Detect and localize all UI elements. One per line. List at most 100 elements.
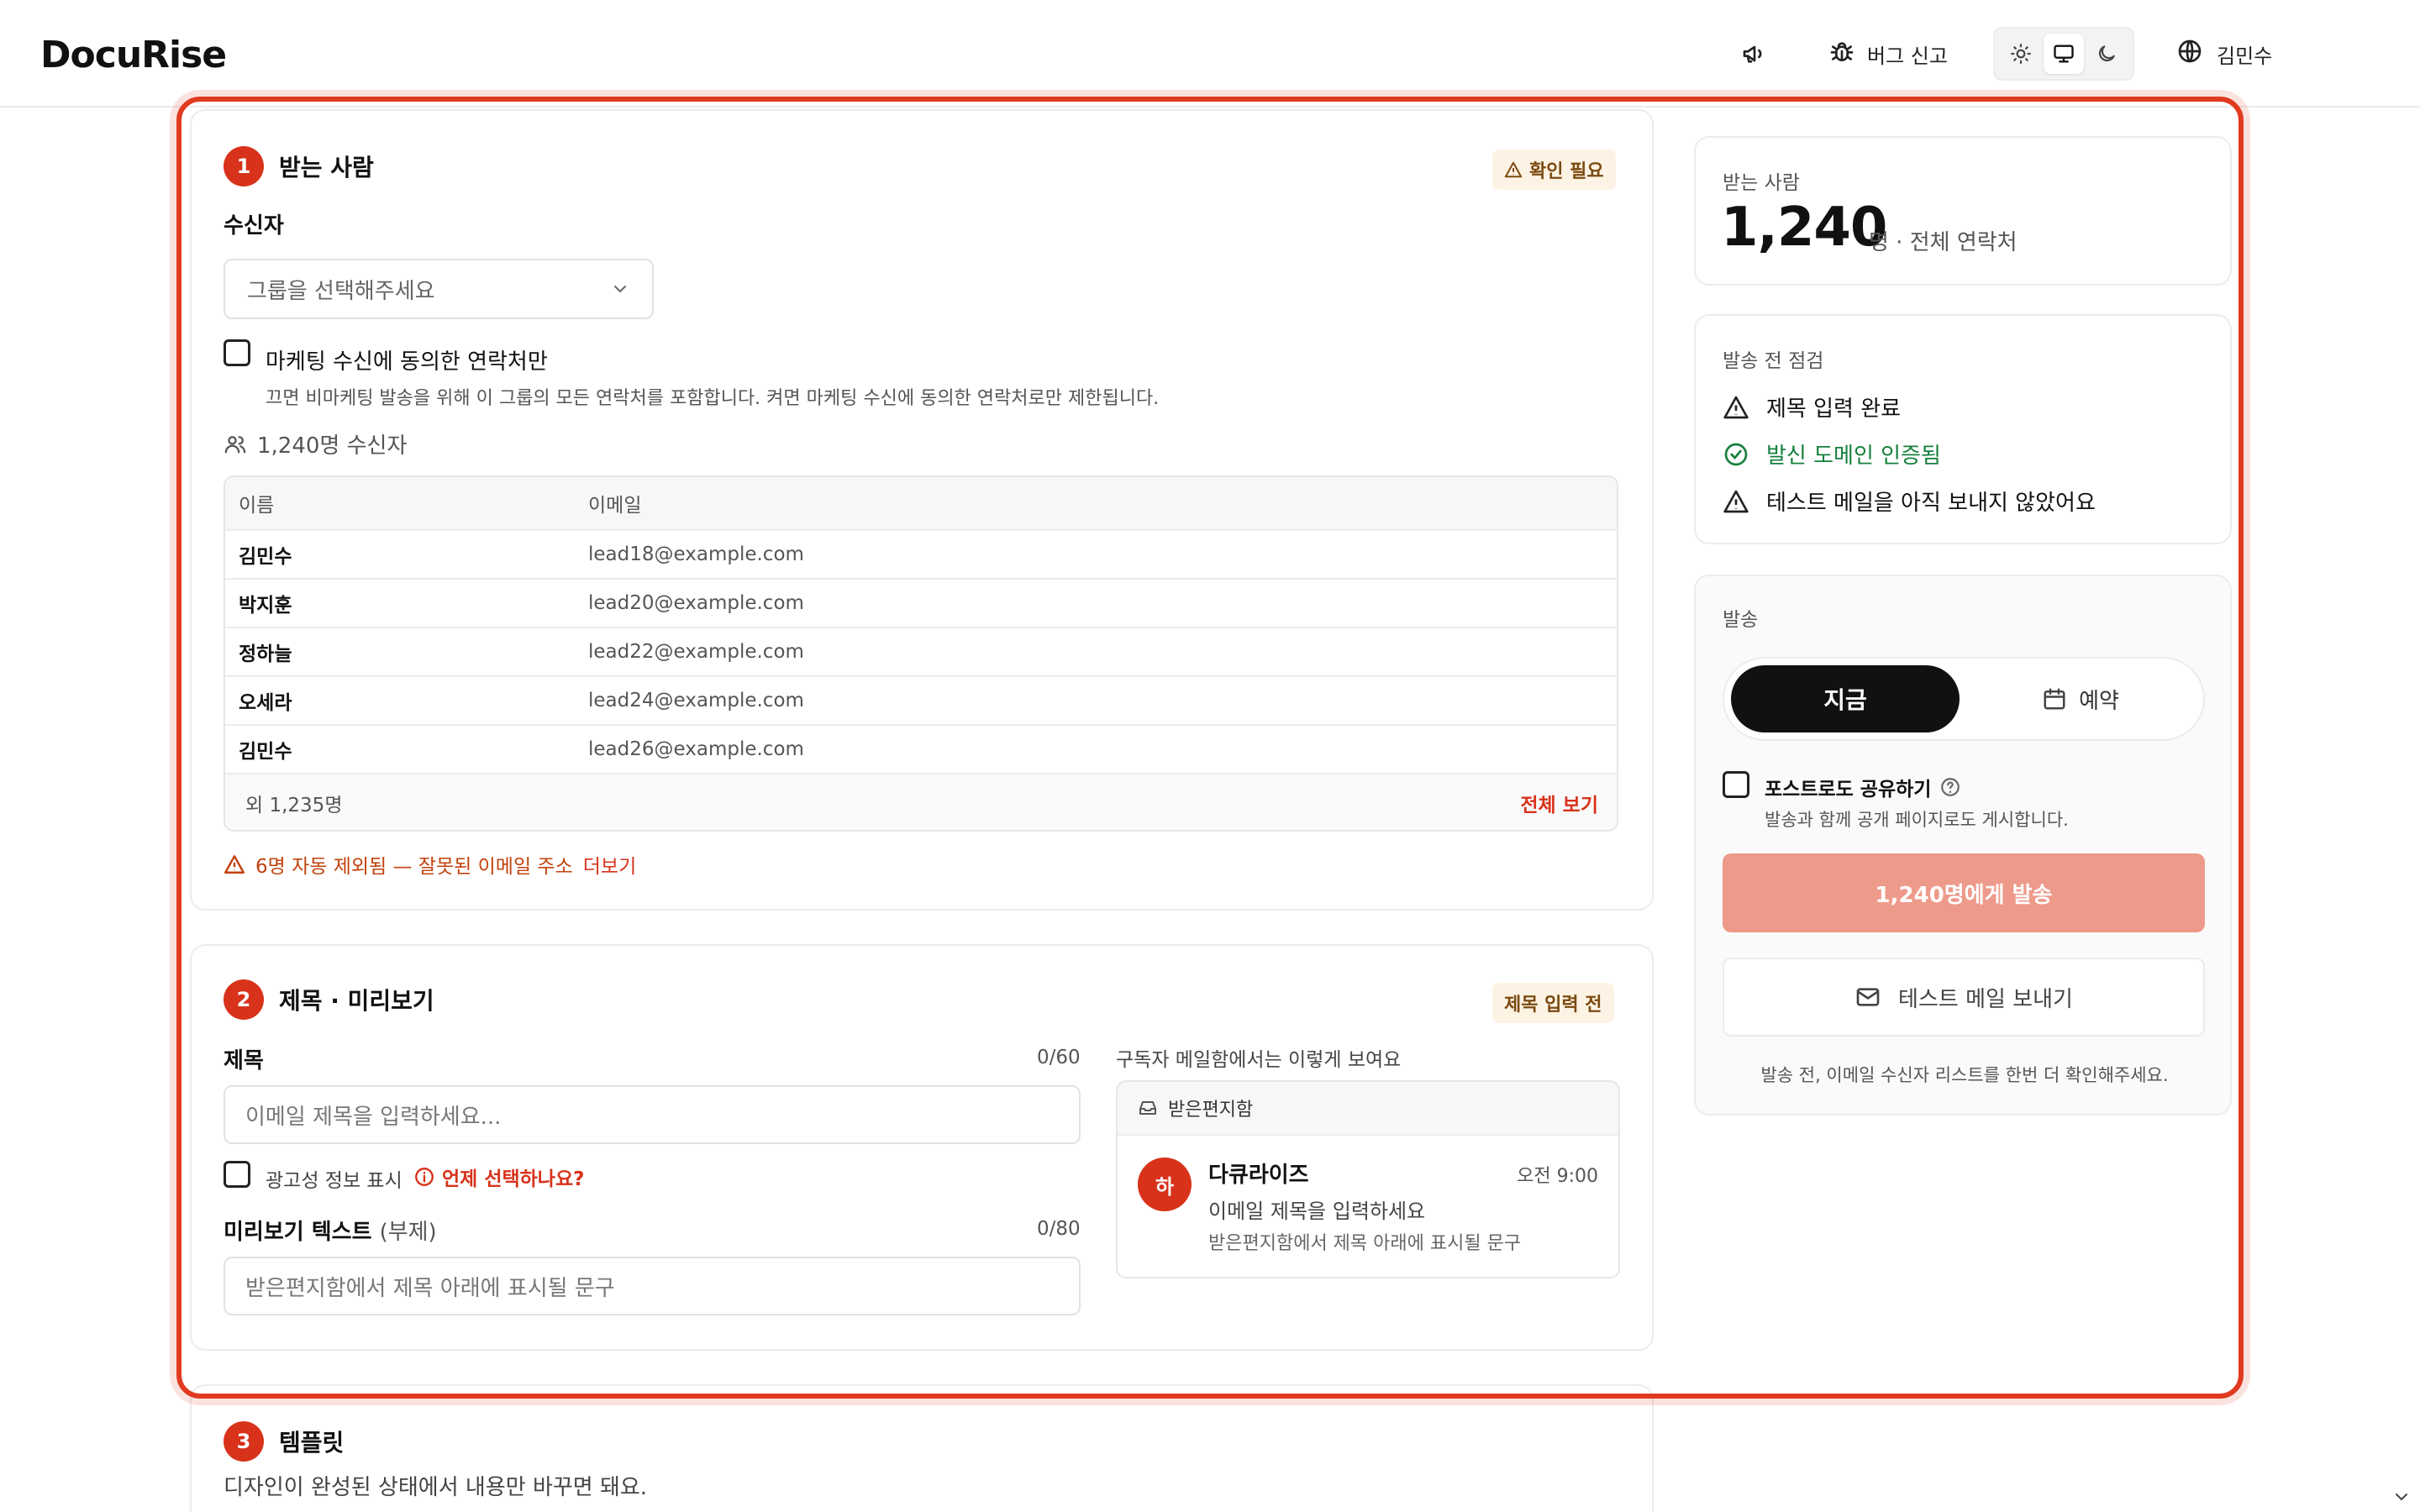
inbox-subject: 이메일 제목을 입력하세요 <box>1208 1200 1426 1223</box>
announcement-icon[interactable] <box>1734 34 1775 74</box>
step-badge: 1 <box>224 146 264 186</box>
row-email: lead18@example.com <box>588 543 804 565</box>
table-row: 오세라 lead24@example.com <box>225 677 1617 726</box>
group-select-placeholder: 그룹을 선택해주세요 <box>247 278 435 304</box>
row-email: lead22@example.com <box>588 641 804 663</box>
send-button[interactable]: 1,240명에게 발송 <box>1723 853 2205 932</box>
warning-icon <box>1504 161 1523 178</box>
users-icon <box>224 435 246 453</box>
mail-icon <box>1856 988 1880 1006</box>
status-badge-label: 확인 필요 <box>1529 161 1604 182</box>
recipient-table: 이름 이메일 김민수 lead18@example.com 박지훈 lead20… <box>224 475 1618 832</box>
ad-help-link-text: 언제 선택하나요? <box>442 1168 585 1190</box>
send-now-option[interactable]: 지금 <box>1731 665 1960 732</box>
excluded-more-link[interactable]: 더보기 <box>583 850 636 879</box>
send-title: 발송 <box>1723 609 1759 631</box>
more-count: 외 1,235명 <box>245 795 343 816</box>
checklist-item: 테스트 메일을 아직 보내지 않았어요 <box>1723 486 2096 517</box>
share-post-checkbox[interactable] <box>1723 771 1749 798</box>
status-badge: 제목 입력 전 <box>1492 983 1614 1023</box>
template-description: 디자인이 완성된 상태에서 내용만 바꾸면 돼요. <box>224 1475 648 1500</box>
inbox-preview-text: 받은편지함에서 제목 아래에 표시될 문구 <box>1208 1233 1522 1254</box>
step-badge: 2 <box>224 979 264 1020</box>
preview-text-placeholder: 받은편지함에서 제목 아래에 표시될 문구 <box>245 1275 615 1301</box>
table-footer: 외 1,235명 전체 보기 <box>225 774 1617 830</box>
section-title: 템플릿 <box>279 1429 345 1457</box>
table-header: 이름 이메일 <box>225 477 1617 531</box>
system-theme-button[interactable] <box>2043 34 2084 74</box>
user-name: 김민수 <box>2217 44 2273 68</box>
row-name: 김민수 <box>239 546 292 568</box>
avatar: 하 <box>1138 1158 1192 1211</box>
send-footnote: 발송 전, 이메일 수신자 리스트를 한번 더 확인해주세요. <box>1760 1065 2169 1085</box>
table-row: 김민수 lead18@example.com <box>225 531 1617 580</box>
check-circle-icon <box>1724 443 1748 465</box>
checklist-item: 제목 입력 완료 <box>1723 391 1901 423</box>
summary-unit: 명 · 전체 연락처 <box>1869 230 2018 255</box>
logo[interactable]: DocuRise <box>40 34 227 76</box>
ad-info-checkbox[interactable] <box>224 1161 250 1188</box>
preview-text-label-main: 미리보기 텍스트 <box>224 1220 372 1245</box>
subject-input-placeholder: 이메일 제목을 입력하세요... <box>245 1104 502 1130</box>
share-post-label: 포스트로도 공유하기 <box>1765 773 1961 801</box>
ad-help-link[interactable]: 언제 선택하나요? <box>413 1163 584 1191</box>
view-all-link[interactable]: 전체 보기 <box>1520 789 1598 817</box>
inbox-preview: 받은편지함 하 다큐라이즈 오전 9:00 이메일 제목을 입력하세요 받은편지… <box>1116 1080 1620 1278</box>
send-test-email-label: 테스트 메일 보내기 <box>1898 986 2073 1012</box>
group-select[interactable]: 그룹을 선택해주세요 <box>224 259 654 319</box>
subject-counter: 0/60 <box>1037 1047 1081 1068</box>
info-icon <box>415 1168 434 1186</box>
inbox-preview-header: 받은편지함 <box>1118 1082 1618 1136</box>
template-header: 3 템플릿 <box>224 1421 344 1462</box>
theme-toggle <box>1993 27 2134 81</box>
recipients-card: 1 받는 사람 확인 필요 수신자 그룹을 선택해주세요 마케팅 수신에 동의한… <box>190 109 1654 911</box>
warning-icon <box>1723 490 1749 512</box>
subject-label: 제목 <box>224 1048 264 1074</box>
checklist-item-text: 발신 도메인 인증됨 <box>1766 444 1941 469</box>
checklist-card: 발송 전 점검 제목 입력 완료 발신 도메인 인증됨 테스트 메일을 아직 보… <box>1694 314 2232 544</box>
checklist-item-text: 테스트 메일을 아직 보내지 않았어요 <box>1766 491 2096 516</box>
moon-icon <box>2098 45 2115 62</box>
share-post-help: 발송과 함께 공개 페이지로도 게시합니다. <box>1765 810 2069 830</box>
top-header: DocuRise 버그 신고 김민수 <box>0 0 2420 108</box>
chevron-down-icon <box>614 286 626 293</box>
preview-text-input[interactable]: 받은편지함에서 제목 아래에 표시될 문구 <box>224 1257 1081 1315</box>
send-test-email-button[interactable]: 테스트 메일 보내기 <box>1723 958 2205 1037</box>
subject-input[interactable]: 이메일 제목을 입력하세요... <box>224 1085 1081 1144</box>
preview-text-label: 미리보기 텍스트 (부제) <box>224 1215 437 1246</box>
column-header: 이름 <box>239 495 275 517</box>
share-post-label-text: 포스트로도 공유하기 <box>1765 779 1932 801</box>
row-name: 오세라 <box>239 692 292 714</box>
ad-info-label: 광고성 정보 표시 <box>266 1170 402 1192</box>
marketing-only-label: 마케팅 수신에 동의한 연락처만 <box>266 349 548 375</box>
subject-header: 2 제목 · 미리보기 <box>224 979 434 1020</box>
warning-icon <box>224 855 245 874</box>
summary-count: 1,240 <box>1721 197 1887 259</box>
light-theme-button[interactable] <box>2001 34 2041 74</box>
inbox-caption: 구독자 메일함에서는 이렇게 보여요 <box>1116 1049 1402 1071</box>
subject-card: 2 제목 · 미리보기 제목 입력 전 제목 0/60 이메일 제목을 입력하세… <box>190 944 1654 1351</box>
inbox-icon <box>1139 1101 1156 1115</box>
checklist-item-text: 제목 입력 완료 <box>1766 396 1902 422</box>
monitor-icon <box>2054 45 2074 63</box>
row-email: lead26@example.com <box>588 738 804 760</box>
bug-report-button[interactable]: 버그 신고 <box>1828 34 1948 74</box>
row-email: lead24@example.com <box>588 690 804 711</box>
status-badge: 확인 필요 <box>1492 150 1616 190</box>
table-row: 정하늘 lead22@example.com <box>225 628 1617 677</box>
schedule-option[interactable]: 예약 <box>1963 665 2198 732</box>
marketing-only-help: 끄면 비마케팅 발송을 위해 이 그룹의 모든 연락처를 포함합니다. 켜면 마… <box>266 388 1160 409</box>
row-name: 김민수 <box>239 741 292 763</box>
language-user-button[interactable]: 김민수 <box>2176 34 2272 74</box>
dark-theme-button[interactable] <box>2086 34 2127 74</box>
sun-icon <box>2011 44 2032 64</box>
excluded-warning: 6명 자동 제외됨 — 잘못된 이메일 주소 더보기 <box>224 850 636 879</box>
scroll-down-icon[interactable] <box>2391 1487 2412 1510</box>
help-icon <box>1941 778 1960 796</box>
recipient-count: 1,240명 수신자 <box>224 428 407 459</box>
preview-counter: 0/80 <box>1037 1218 1081 1240</box>
row-email: lead20@example.com <box>588 592 804 614</box>
inbox-sender: 다큐라이즈 <box>1208 1163 1309 1188</box>
inbox-time: 오전 9:00 <box>1517 1166 1598 1187</box>
marketing-only-checkbox[interactable] <box>224 339 250 366</box>
